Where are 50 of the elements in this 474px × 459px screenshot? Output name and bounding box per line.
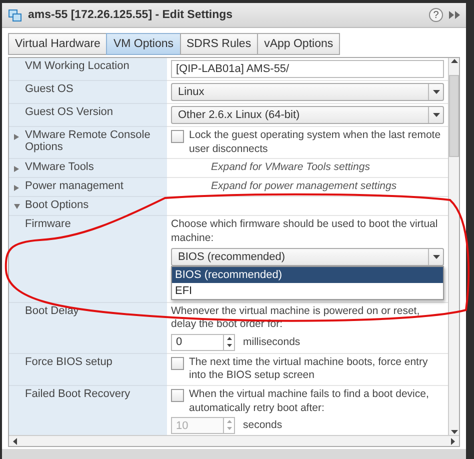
expand-triangle-icon[interactable] bbox=[14, 185, 19, 192]
text-field[interactable]: [QIP-LAB01a] AMS-55/ bbox=[171, 60, 444, 78]
setting-label: Firmware bbox=[9, 216, 167, 303]
spin-arrows-icon[interactable] bbox=[223, 334, 235, 351]
dropdown[interactable]: Other 2.6.x Linux (64-bit) bbox=[171, 106, 444, 124]
description-text: Whenever the virtual machine is powered on or reset, delay the boot order for: bbox=[171, 304, 421, 332]
tab[interactable]: SDRS Rules bbox=[180, 33, 258, 55]
horizontal-scrollbar[interactable] bbox=[9, 435, 459, 446]
setting-label: Guest OS Version bbox=[9, 104, 167, 127]
setting-label: Power management bbox=[9, 178, 167, 198]
scroll-up-icon[interactable] bbox=[450, 58, 458, 63]
checkbox[interactable] bbox=[171, 130, 184, 143]
checkbox[interactable] bbox=[171, 389, 184, 402]
expand-triangle-icon[interactable] bbox=[14, 134, 19, 140]
double-arrow-icon[interactable] bbox=[449, 11, 460, 19]
help-button[interactable]: ? bbox=[429, 8, 443, 22]
scrollbar-thumb[interactable] bbox=[449, 75, 459, 157]
setting-label: VMware Remote Console Options bbox=[9, 127, 167, 160]
dropdown[interactable]: BIOS (recommended) bbox=[171, 248, 444, 266]
dropdown-option[interactable]: EFI bbox=[172, 282, 443, 299]
scroll-right-icon[interactable] bbox=[451, 438, 455, 444]
expand-triangle-icon[interactable] bbox=[14, 166, 19, 172]
vertical-scrollbar[interactable] bbox=[448, 58, 459, 435]
dropdown[interactable]: Linux bbox=[171, 83, 444, 101]
caret-icon bbox=[432, 254, 440, 259]
hint-text: Expand for VMware Tools settings bbox=[210, 161, 371, 175]
setting-label: Guest OS bbox=[9, 81, 167, 104]
tab[interactable]: Virtual Hardware bbox=[8, 33, 108, 55]
virtual-machine-icon bbox=[8, 8, 22, 22]
setting-label: Boot Options bbox=[9, 197, 167, 216]
checkbox-label: When the virtual machine fails to find a boot device, automatically retry boot after: bbox=[189, 388, 430, 416]
number-input[interactable]: 0 bbox=[171, 334, 223, 351]
hint-text: Expand for power management settings bbox=[210, 180, 398, 194]
dropdown-option[interactable]: BIOS (recommended) bbox=[172, 266, 443, 283]
tab[interactable]: vApp Options bbox=[257, 33, 340, 55]
window-title: ams-55 [172.26.125.55] - Edit Settings bbox=[28, 9, 234, 21]
setting-label: VM Working Location bbox=[9, 58, 167, 81]
setting-label: Force BIOS setup bbox=[9, 354, 167, 386]
checkbox-label: Lock the guest operating system when the last remote user disconnects bbox=[189, 129, 442, 156]
collapse-triangle-icon[interactable] bbox=[14, 204, 20, 210]
checkbox-label: The next time the virtual machine boots, force entry into the BIOS setup screen bbox=[189, 356, 429, 384]
description-text: Choose which firmware should be used to boot the virtual machine: bbox=[171, 218, 439, 246]
unit-label: milliseconds bbox=[243, 336, 300, 350]
caret-icon bbox=[432, 90, 440, 94]
tab[interactable]: VM Options bbox=[106, 33, 181, 55]
setting-label: VMware Tools bbox=[9, 159, 167, 178]
caret-icon bbox=[432, 113, 440, 117]
checkbox[interactable] bbox=[171, 356, 184, 370]
scroll-left-icon[interactable] bbox=[13, 438, 17, 444]
unit-label: seconds bbox=[243, 419, 282, 433]
